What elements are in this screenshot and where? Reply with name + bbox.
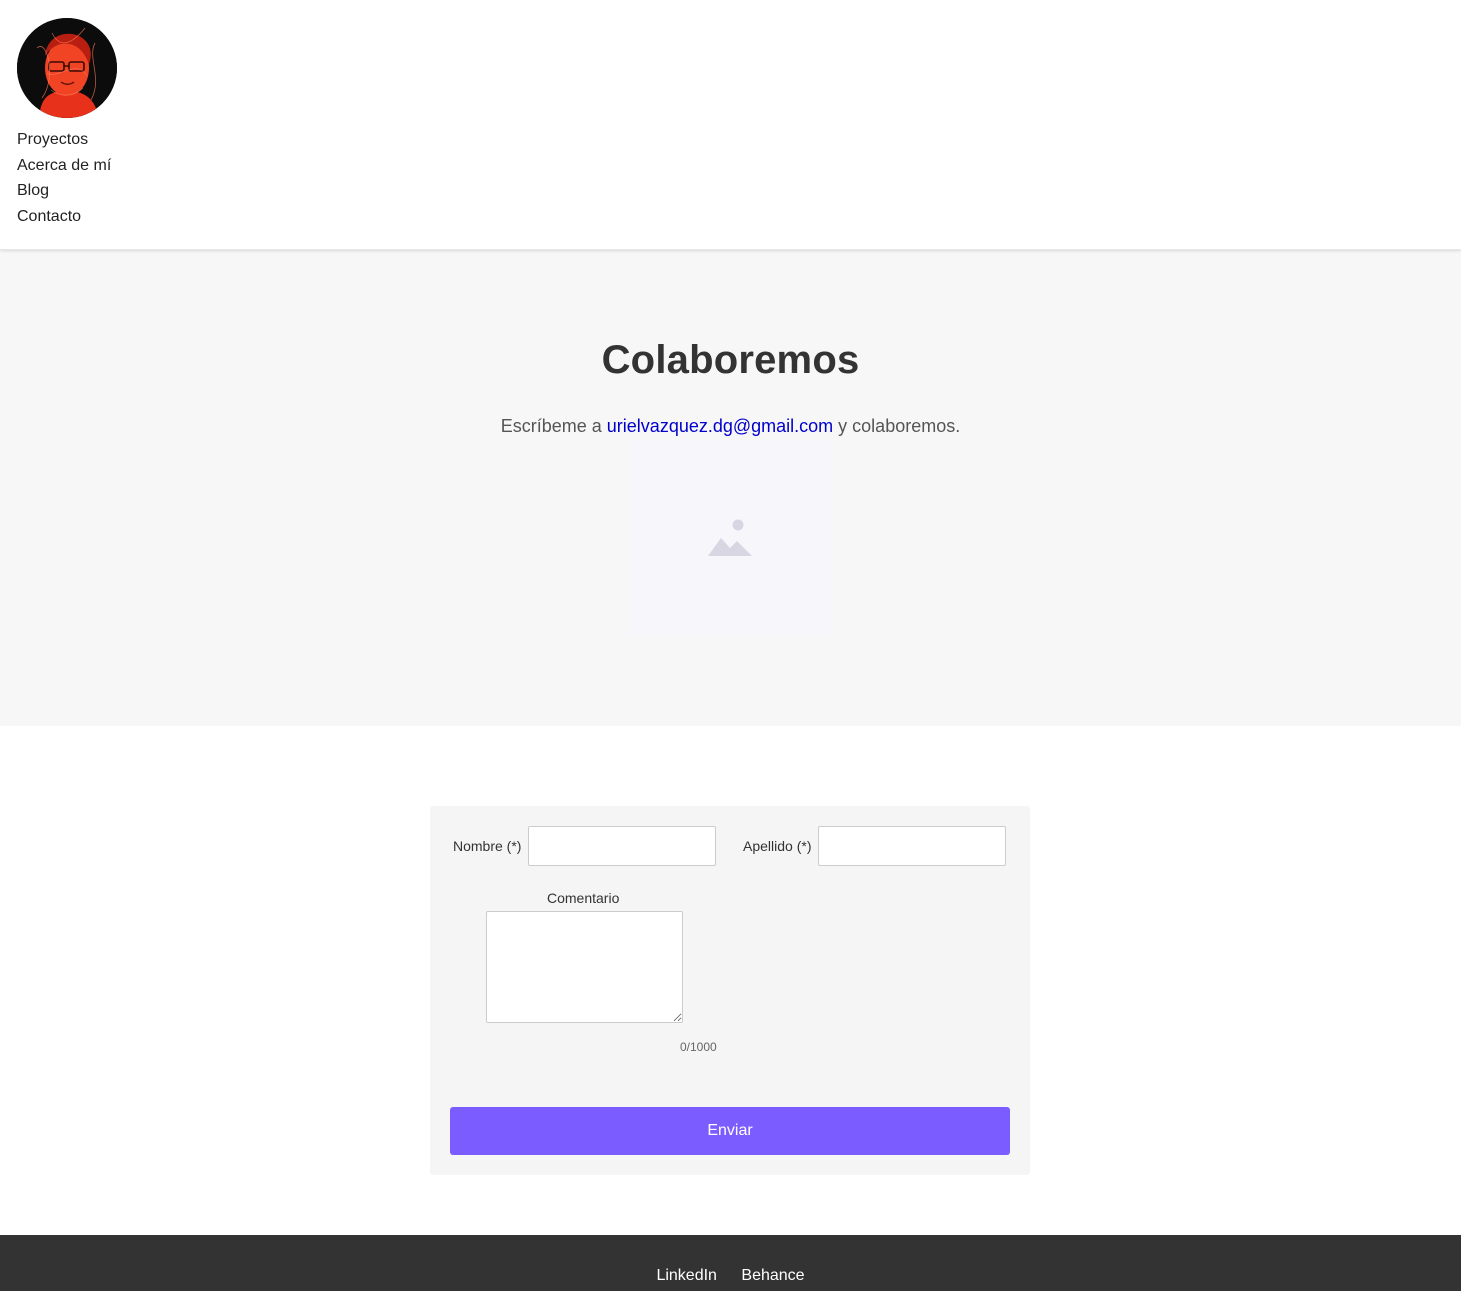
comment-textarea[interactable] xyxy=(486,911,683,1023)
character-counter: 0/1000 xyxy=(680,1040,717,1054)
hero-text: Escríbeme a urielvazquez.dg@gmail.com y … xyxy=(0,416,1461,437)
site-header: Proyectos Acerca de mí Blog Contacto xyxy=(0,0,1461,250)
last-name-label: Apellido (*) xyxy=(743,838,812,854)
hero-text-before: Escríbeme a xyxy=(500,416,607,436)
footer-link-linkedin[interactable]: LinkedIn xyxy=(656,1267,717,1285)
avatar[interactable] xyxy=(17,18,117,118)
page-title: Colaboremos xyxy=(601,338,860,382)
email-link[interactable]: urielvazquez.dg@gmail.com xyxy=(607,416,833,436)
nav-item-contacto[interactable]: Contacto xyxy=(17,204,111,230)
contact-form: Nombre (*) Apellido (*) Comentario 0/100… xyxy=(430,806,1030,1175)
hero-section: Colaboremos Escríbeme a urielvazquez.dg@… xyxy=(0,250,1461,726)
nav-item-acerca[interactable]: Acerca de mí xyxy=(17,153,111,179)
footer-links: LinkedIn Behance xyxy=(0,1267,1461,1285)
nav-item-proyectos[interactable]: Proyectos xyxy=(17,127,111,153)
footer-link-behance[interactable]: Behance xyxy=(741,1267,804,1285)
first-name-input[interactable] xyxy=(528,826,716,866)
site-footer: LinkedIn Behance xyxy=(0,1235,1461,1291)
first-name-label: Nombre (*) xyxy=(453,838,522,854)
comment-label: Comentario xyxy=(547,890,620,906)
main-nav: Proyectos Acerca de mí Blog Contacto xyxy=(17,127,111,229)
submit-button[interactable]: Enviar xyxy=(450,1107,1010,1155)
nav-item-blog[interactable]: Blog xyxy=(17,178,111,204)
avatar-portrait-image xyxy=(17,18,117,118)
image-placeholder-icon xyxy=(708,519,752,556)
hero-text-after: y colaboremos. xyxy=(833,416,961,436)
last-name-input[interactable] xyxy=(818,826,1006,866)
image-placeholder xyxy=(630,440,830,636)
